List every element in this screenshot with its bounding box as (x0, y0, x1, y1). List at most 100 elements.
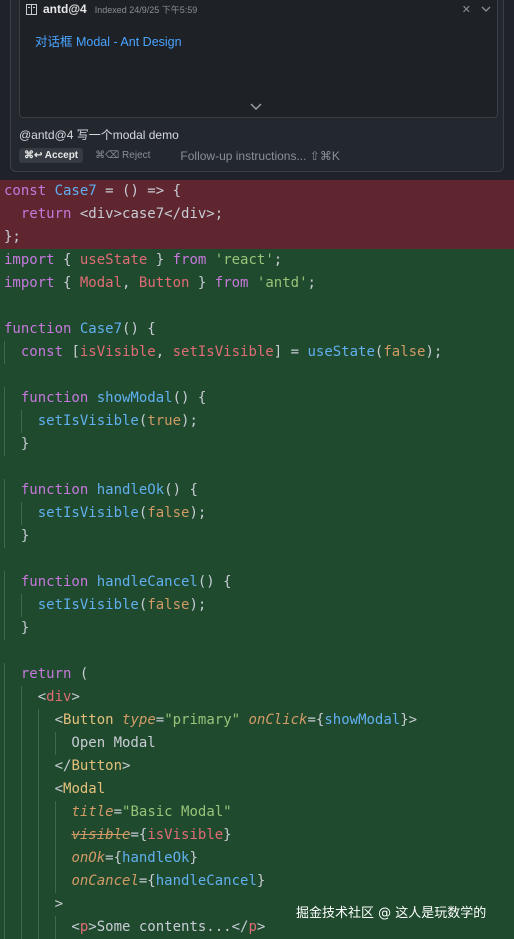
added-code-line: Open Modal (0, 732, 514, 755)
doc-reference-card: antd@4 Indexed 24/9/25 下午5:59 ✕ 对话框 Moda… (19, 0, 498, 118)
code-token: showModal (324, 712, 401, 728)
code-token: = () => { (96, 183, 182, 199)
added-code-line (0, 640, 514, 663)
code-token: "primary" (164, 712, 241, 728)
expand-chevron-icon[interactable] (249, 101, 263, 113)
added-code-line: function showModal() { (0, 387, 514, 410)
code-token: function (4, 321, 80, 337)
code-token: < (4, 689, 47, 705)
code-token: const (4, 183, 55, 199)
code-token: () { (172, 390, 207, 406)
accept-button[interactable]: ⌘↩ Accept (19, 148, 84, 163)
code-token: const (20, 344, 64, 360)
added-code-line: <Button type="primary" onClick={showModa… (0, 709, 514, 732)
doc-link[interactable]: 对话框 Modal - Ant Design (35, 31, 182, 50)
code-token: Modal (63, 781, 106, 797)
code-token: < (4, 712, 64, 728)
code-token: import (4, 275, 55, 291)
code-token: setIsVisible (37, 505, 139, 521)
code-token: type (122, 712, 156, 728)
code-diff[interactable]: const Case7 = () => { return <div>case7<… (0, 180, 514, 939)
added-code-line: import { Modal, Button } from 'antd'; (0, 272, 514, 295)
added-code-line: <Modal (0, 778, 514, 801)
code-token: ={ (307, 712, 325, 728)
code-token: ; (307, 275, 316, 291)
added-code-line (0, 295, 514, 318)
added-code-line: onOk={handleOk} (0, 847, 514, 870)
added-code-line: setIsVisible(true); (0, 410, 514, 433)
close-icon[interactable]: ✕ (462, 3, 471, 16)
code-token: { (54, 252, 80, 268)
added-code-line (0, 364, 514, 387)
doc-title: antd@4 (43, 2, 87, 16)
followup-input[interactable]: Follow-up instructions... ⇧⌘K (180, 149, 339, 163)
deleted-code-line: const Case7 = () => { (0, 180, 514, 203)
code-token: () { (164, 482, 198, 498)
code-token: showModal (96, 390, 173, 406)
action-bar: ⌘↩ Accept ⌘⌫ Reject Follow-up instructio… (19, 148, 340, 163)
code-token: Button (138, 275, 190, 291)
code-token: div (46, 689, 72, 705)
code-token: setIsVisible (172, 344, 274, 360)
code-token: Button (71, 758, 123, 774)
code-token: [ (63, 344, 80, 360)
deleted-code-line: }; (0, 226, 514, 249)
added-code-line: return ( (0, 663, 514, 686)
added-code-line (0, 548, 514, 571)
code-token: true (147, 413, 182, 429)
added-code-line: function handleOk() { (0, 479, 514, 502)
watermark: 掘金技术社区 @ 这人是玩数学的 (296, 906, 487, 921)
code-token: > (256, 919, 266, 935)
added-code-line: title="Basic Modal" (0, 801, 514, 824)
added-code-line: <div> (0, 686, 514, 709)
code-token: handleOk (96, 482, 165, 498)
code-token: Button (63, 712, 114, 728)
code-token: Case7 (79, 321, 123, 337)
code-token: Modal (79, 275, 123, 291)
doc-header: antd@4 Indexed 24/9/25 下午5:59 ✕ (20, 0, 497, 18)
code-token: useState (79, 252, 148, 268)
added-code-line: } (0, 433, 514, 456)
code-token: onClick (248, 712, 308, 728)
code-token: from (214, 275, 249, 291)
code-token: } (147, 252, 173, 268)
code-token: ); (425, 344, 443, 360)
code-token: }> (400, 712, 418, 728)
code-token: </ (4, 758, 72, 774)
code-token: false (147, 505, 190, 521)
book-icon (26, 3, 37, 15)
code-token: , (122, 275, 139, 291)
code-token: } (4, 620, 30, 636)
code-token: } (4, 528, 30, 544)
code-token: > (4, 896, 64, 912)
added-code-line: visible={isVisible} (0, 824, 514, 847)
code-token: useState (307, 344, 375, 360)
reject-button[interactable]: ⌘⌫ Reject (95, 150, 150, 161)
code-token: from (172, 252, 207, 268)
chevron-down-icon[interactable] (481, 5, 491, 13)
added-code-line: </Button> (0, 755, 514, 778)
code-token: false (383, 344, 426, 360)
code-token: function (20, 390, 97, 406)
added-code-line: const [isVisible, setIsVisible] = useSta… (0, 341, 514, 364)
added-code-line: onCancel={handleCancel} (0, 870, 514, 893)
code-token: return (20, 206, 80, 222)
code-token: ={ (130, 827, 148, 843)
added-code-line: } (0, 617, 514, 640)
code-token: function (20, 482, 97, 498)
code-token: handleOk (122, 850, 190, 866)
code-token: setIsVisible (37, 413, 139, 429)
code-token: import (4, 252, 55, 268)
code-token: false (147, 597, 190, 613)
